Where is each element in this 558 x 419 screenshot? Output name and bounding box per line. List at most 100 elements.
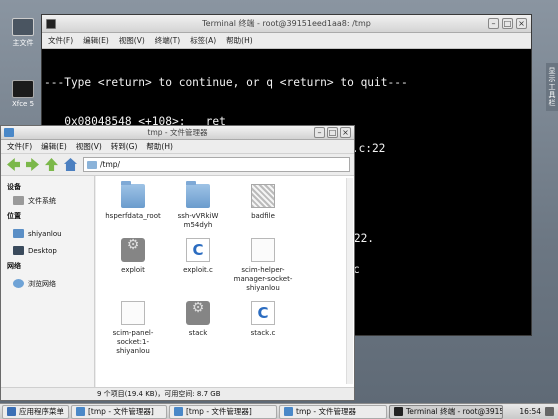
app-menu-icon [7,407,16,416]
folder-icon [76,407,85,416]
file-item[interactable]: scim-panel-socket:1-shiyanlou [98,301,168,356]
menu-file[interactable]: 文件(F) [48,33,73,48]
close-button[interactable]: × [516,18,527,29]
file-manager-menubar: 文件(F) 编辑(E) 视图(V) 转到(G) 帮助(H) [1,140,354,154]
network-icon [13,279,24,288]
vertical-scrollbar[interactable] [346,178,353,384]
taskbar-task[interactable]: tmp - 文件管理器 [279,404,387,419]
home-icon[interactable] [64,158,77,171]
file-name: hsperfdata_root [105,212,161,220]
minimize-button[interactable]: – [314,127,325,138]
executable-icon [121,238,145,262]
file-name: ssh-vVRkiWm54dyh [177,212,219,229]
menu-terminal[interactable]: 终端(T) [155,33,180,48]
sidebar-item-browse-network[interactable]: 浏览网络 [1,275,94,292]
taskbar-task-label: [tmp - 文件管理器] [186,407,252,416]
folder-icon [284,407,293,416]
sidebar-item-home[interactable]: shiyanlou [1,225,94,242]
file-item[interactable]: C exploit.c [163,238,233,275]
file-item[interactable]: stack [163,301,233,338]
file-view[interactable]: hsperfdata_root ssh-vVRkiWm54dyh badfile… [96,176,354,387]
folder-icon [186,181,210,208]
side-pane: 设备 文件系统 位置 shiyanlou Desktop 网络 浏览网络 [1,176,95,387]
up-arrow-icon[interactable] [45,158,58,171]
menu-help[interactable]: 帮助(H) [226,33,253,48]
menu-view[interactable]: 视图(V) [119,33,145,48]
taskbar-task-label: Terminal 终端 - root@3915... [406,407,503,416]
sidebar-item-filesystem[interactable]: 文件系统 [1,192,94,209]
location-path: /tmp/ [100,160,121,169]
applications-menu-button[interactable]: 应用程序菜单 [2,404,69,419]
sidebar-item-label: Desktop [28,246,57,255]
menu-go[interactable]: 转到(G) [111,140,138,153]
file-item[interactable]: hsperfdata_root [98,181,168,221]
location-bar[interactable]: /tmp/ [83,157,350,172]
menu-edit[interactable]: 编辑(E) [83,33,109,48]
menu-help[interactable]: 帮助(H) [146,140,173,153]
applications-menu-label: 应用程序菜单 [19,407,64,416]
terminal-icon [394,407,403,416]
file-icon [251,238,275,262]
taskbar-task-active[interactable]: Terminal 终端 - root@3915... [389,404,503,419]
file-name: scim-panel-socket:1-shiyanlou [112,329,154,355]
file-item[interactable]: ssh-vVRkiWm54dyh [163,181,233,230]
file-icon [121,301,145,325]
terminal-icon [12,80,34,98]
places-header: 位置 [7,212,21,220]
file-name: stack [188,329,208,337]
minimize-button[interactable]: – [488,18,499,29]
desktop-icon-label: Xfce 5 [11,100,35,108]
file-item[interactable]: exploit [98,238,168,275]
taskbar-task-label: tmp - 文件管理器 [296,407,356,416]
tray-icon[interactable] [545,407,554,416]
right-edge-panel[interactable]: 显示工具栏 [546,63,558,111]
menu-view[interactable]: 视图(V) [76,140,102,153]
menu-tabs[interactable]: 标签(A) [190,33,216,48]
desktop-icon [13,246,24,255]
c-source-icon: C [186,238,210,262]
forward-arrow-icon[interactable] [26,158,39,171]
drive-icon [13,196,24,205]
folder-icon [174,407,183,416]
close-button[interactable]: × [340,127,351,138]
back-arrow-icon[interactable] [7,158,20,171]
status-text: 9 个项目(19.4 KB)，可用空间: 8.7 GB [97,390,221,398]
file-manager-titlebar[interactable]: tmp - 文件管理器 – □ × [1,126,354,140]
menu-edit[interactable]: 编辑(E) [41,140,67,153]
taskbar: 应用程序菜单 [tmp - 文件管理器] [tmp - 文件管理器] tmp -… [0,403,558,419]
terminal-icon [46,19,56,29]
file-manager-title: tmp - 文件管理器 [147,128,208,137]
file-item[interactable]: C stack.c [228,301,298,338]
taskbar-task-label: [tmp - 文件管理器] [88,407,154,416]
desktop-icon-terminal[interactable]: Xfce 5 [6,80,40,108]
terminal-line: ---Type <return> to continue, or q <retu… [44,76,408,89]
devices-header: 设备 [7,183,21,191]
taskbar-task[interactable]: [tmp - 文件管理器] [71,404,167,419]
terminal-menubar: 文件(F) 编辑(E) 视图(V) 终端(T) 标签(A) 帮助(H) [42,33,531,49]
file-manager-window[interactable]: tmp - 文件管理器 – □ × 文件(F) 编辑(E) 视图(V) 转到(G… [0,125,355,401]
sidebar-item-label: shiyanlou [28,229,62,238]
folder-icon [4,128,14,137]
maximize-button[interactable]: □ [502,18,513,29]
status-bar: 9 个项目(19.4 KB)，可用空间: 8.7 GB [1,387,354,400]
folder-icon [121,181,145,208]
desktop-icon-home[interactable]: 主文件 [6,18,40,48]
network-header: 网络 [7,262,21,270]
executable-icon [186,301,210,325]
file-item[interactable]: badfile [228,184,298,221]
c-source-icon: C [251,301,275,325]
taskbar-task[interactable]: [tmp - 文件管理器] [169,404,277,419]
computer-icon [12,18,34,36]
binary-file-icon [251,184,275,208]
folder-icon [87,160,97,169]
file-item[interactable]: scim-helper-manager-socket-shiyanlou [228,238,298,293]
sidebar-item-label: 文件系统 [28,196,56,205]
file-name: exploit [121,266,145,274]
maximize-button[interactable]: □ [327,127,338,138]
clock[interactable]: 16:54 [515,405,545,419]
right-panel-label: 显示工具栏 [548,67,556,107]
sidebar-item-desktop[interactable]: Desktop [1,242,94,259]
desktop-icon-label: 主文件 [12,39,34,47]
menu-file[interactable]: 文件(F) [7,140,32,153]
terminal-titlebar[interactable]: Terminal 终端 - root@39151eed1aa8: /tmp – … [42,15,531,33]
